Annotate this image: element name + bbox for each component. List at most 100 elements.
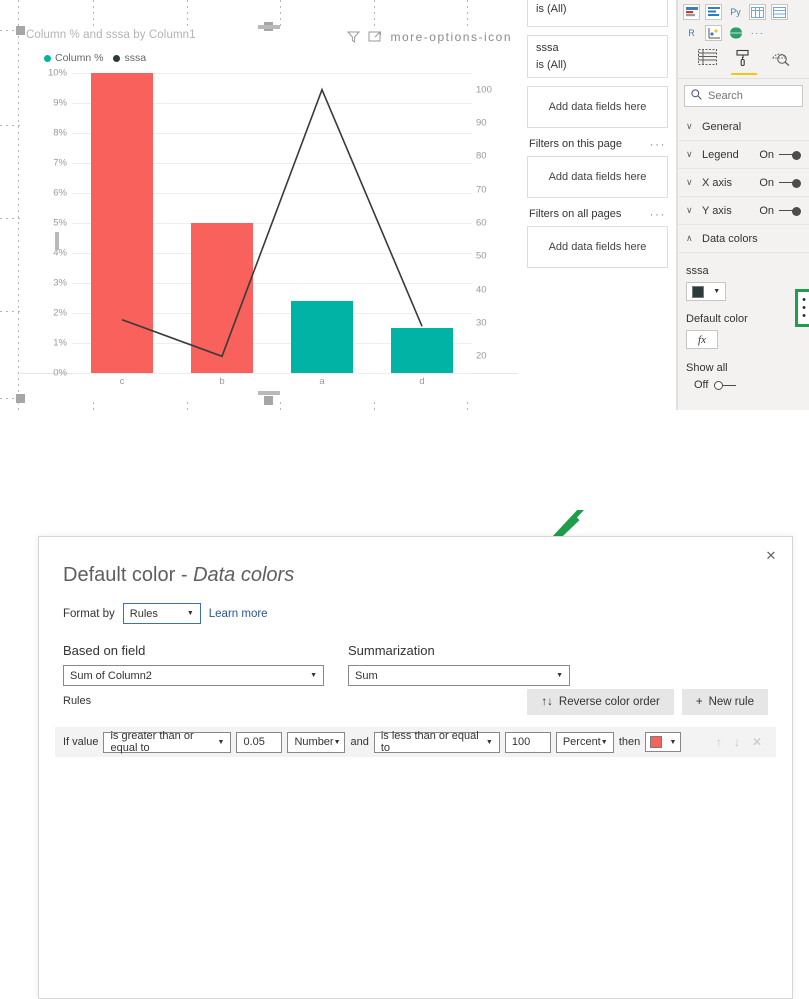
toggle-switch-on[interactable] [779, 178, 801, 188]
close-icon[interactable]: ✕ [760, 545, 782, 567]
unit-2-value: Percent [562, 736, 601, 748]
toggle-switch-off[interactable] [714, 380, 737, 390]
move-up-icon[interactable]: ↑ [716, 735, 722, 749]
color-swatch [691, 285, 704, 298]
move-down-icon[interactable]: ↓ [734, 735, 740, 749]
y-axis-right-tick: 100 [476, 84, 492, 96]
analytics-tab[interactable] [771, 49, 790, 75]
unit-1-select[interactable]: Number ▼ [287, 731, 346, 753]
format-section-toggle[interactable]: On [759, 177, 801, 189]
r-visual-icon[interactable]: R [683, 25, 700, 41]
unit-2-select[interactable]: Percent ▼ [555, 731, 614, 753]
show-all-toggle[interactable]: Off [686, 379, 801, 391]
conditional-formatting-dialog[interactable]: ✕ Default color - Data colors Format by … [38, 536, 793, 999]
data-colors-body[interactable]: sssa ▼ Default color fx Show all Off • • • [678, 253, 809, 391]
canvas-scroll-thumb-bottom[interactable] [258, 391, 280, 395]
decomposition-tree-icon[interactable] [705, 4, 722, 20]
page-filters-dropzone[interactable]: Add data fields here [527, 156, 668, 198]
more-visuals-icon[interactable]: ··· [749, 25, 766, 41]
then-color-picker[interactable]: ▼ [645, 732, 682, 752]
value-1-input[interactable]: 0.05 [236, 731, 283, 753]
canvas-scroll-thumb-left[interactable] [55, 232, 59, 250]
pane-tabs[interactable] [678, 43, 809, 79]
y-axis-left-tick: 5% [53, 217, 67, 229]
visualizations-pane[interactable]: Py R ··· Search ∨ General ∨ Legend On ∨ … [677, 0, 809, 410]
matrix-icon[interactable] [749, 4, 766, 20]
y-axis-left-tick: 3% [53, 277, 67, 289]
format-section-label: Y axis [702, 204, 732, 217]
visual-header-icons: more-options-icon [347, 30, 512, 43]
py-visual-icon[interactable]: Py [727, 4, 744, 20]
chevron-down-icon: ▼ [485, 738, 493, 746]
chevron-down-icon: ▼ [310, 672, 317, 679]
filter-card-sssa[interactable]: sssa is (All) [527, 35, 668, 78]
format-by-select[interactable]: Rules ▼ [122, 603, 201, 624]
value-2-input[interactable]: 100 [504, 731, 551, 753]
format-section-general[interactable]: ∨ General [678, 113, 809, 141]
more-options-icon[interactable]: ··· [650, 208, 667, 220]
color-swatch [650, 736, 663, 748]
key-influencers-icon[interactable] [683, 4, 700, 20]
combo-chart-visual[interactable]: Column % and sssa by Column1 more-option… [16, 22, 518, 405]
toggle-switch-on[interactable] [779, 150, 801, 160]
fields-tab[interactable] [697, 49, 717, 75]
chart-line-series [121, 87, 423, 358]
filter-field-name: sssa [536, 42, 559, 54]
reverse-color-order-button[interactable]: ↑↓ Reverse color order [527, 689, 674, 715]
rule-row[interactable]: If value is greater than or equal to ▼ 0… [55, 727, 776, 757]
delete-rule-icon[interactable]: ✕ [752, 735, 762, 749]
chevron-down-icon: ∨ [686, 205, 693, 215]
all-pages-filters-dropzone[interactable]: Add data fields here [527, 226, 668, 268]
format-sections-list[interactable]: ∨ General ∨ Legend On ∨ X axis On ∨ Y axis On ∧ Data… [678, 113, 809, 253]
toggle-state: On [759, 176, 774, 189]
legend-item-column-pct[interactable]: Column % [44, 52, 103, 64]
if-value-label: If value [63, 736, 99, 748]
format-section-toggle[interactable]: On [759, 149, 801, 161]
summarization-value: Sum [355, 669, 378, 682]
learn-more-link[interactable]: Learn more [209, 608, 268, 620]
search-input[interactable]: Search [684, 85, 803, 107]
filters-pane[interactable]: is (All) sssa is (All) Add data fields h… [519, 0, 677, 410]
based-on-field-group: Based on field Sum of Column2 ▼ [63, 643, 324, 686]
format-tab[interactable] [730, 49, 757, 75]
visual-filters-dropzone[interactable]: Add data fields here [527, 86, 668, 128]
line-series-path [121, 87, 423, 358]
format-section-label: Legend [702, 148, 739, 161]
canvas-scroll-thumb-top[interactable] [258, 25, 280, 29]
format-section-x-axis[interactable]: ∨ X axis On [678, 169, 809, 197]
visual-type-gallery[interactable]: Py R ··· [678, 0, 809, 43]
x-axis-tick: c [119, 376, 125, 387]
format-section-y-axis[interactable]: ∨ Y axis On [678, 197, 809, 225]
condition-2-select[interactable]: is less than or equal to ▼ [373, 730, 500, 754]
focus-mode-icon[interactable] [368, 30, 382, 43]
new-rule-button[interactable]: + New rule [681, 689, 768, 715]
toggle-switch-on[interactable] [779, 206, 801, 216]
series-color-picker[interactable]: ▼ [686, 282, 726, 301]
conditional-formatting-more-button[interactable]: • • • [795, 289, 809, 327]
toggle-state: On [759, 204, 774, 217]
format-section-legend[interactable]: ∨ Legend On [678, 141, 809, 169]
y-axis-left-tick: 10% [47, 67, 67, 79]
conditional-formatting-fx-button[interactable]: fx [686, 330, 718, 349]
y-axis-left-tick: 7% [53, 157, 67, 169]
more-options-icon[interactable]: ··· [650, 138, 667, 150]
condition-1-select[interactable]: is greater than or equal to ▼ [103, 730, 232, 754]
filter-card-top[interactable]: is (All) [527, 0, 668, 27]
resize-handle-bottom-left[interactable] [16, 394, 25, 403]
data-colors-series-label: sssa [686, 265, 709, 277]
format-section-data-colors[interactable]: ∧ Data colors [678, 225, 809, 253]
resize-handle-bottom[interactable] [264, 396, 273, 405]
y-axis-right-tick: 70 [476, 184, 487, 196]
report-canvas[interactable]: Column % and sssa by Column1 more-option… [0, 0, 519, 410]
table-icon[interactable] [771, 4, 788, 20]
format-section-toggle[interactable]: On [759, 205, 801, 217]
more-options-icon[interactable]: more-options-icon [390, 31, 512, 43]
globe-map-icon[interactable] [727, 25, 744, 41]
dialog-title-italic: Data colors [193, 564, 295, 586]
rules-buttons: ↑↓ Reverse color order + New rule [527, 689, 768, 715]
scatter-icon[interactable] [705, 25, 722, 41]
legend-item-sssa[interactable]: sssa [113, 52, 146, 64]
based-on-field-select[interactable]: Sum of Column2 ▼ [63, 665, 324, 686]
summarization-select[interactable]: Sum ▼ [348, 665, 570, 686]
filter-icon[interactable] [347, 30, 361, 43]
